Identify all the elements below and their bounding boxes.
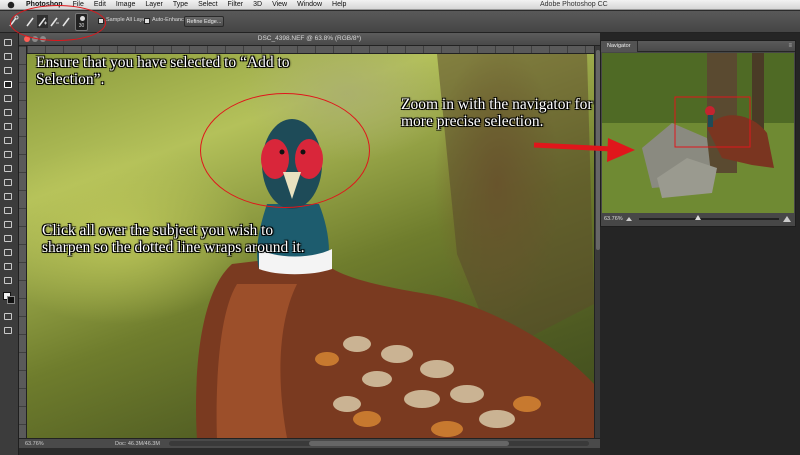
navigator-preview[interactable] [602, 53, 794, 213]
navigator-zoom-value[interactable]: 63.76% [604, 216, 623, 222]
quick-mask-icon[interactable] [4, 313, 14, 322]
panel-header: Navigator ≡ [601, 41, 795, 52]
tab-navigator[interactable]: Navigator [601, 41, 638, 52]
screen-mode-icon[interactable] [4, 327, 14, 336]
document-title: DSC_4398.NEF @ 63.8% (RGB/8*) [257, 35, 362, 42]
menu-edit[interactable]: Edit [89, 0, 111, 10]
blur-tool-icon[interactable] [4, 207, 14, 216]
crop-tool-icon[interactable] [4, 95, 14, 104]
options-highlight-oval [10, 5, 106, 41]
menu-layer[interactable]: Layer [140, 0, 168, 10]
menu-help[interactable]: Help [327, 0, 351, 10]
brush-tool-icon[interactable] [4, 137, 14, 146]
panel-menu-icon[interactable]: ≡ [788, 43, 792, 49]
vertical-ruler[interactable] [19, 46, 27, 438]
annotation-add-to-selection: Ensure that you have selected to “Add to… [36, 54, 290, 89]
healing-brush-tool-icon[interactable] [4, 123, 14, 132]
scroll-thumb[interactable] [309, 441, 509, 446]
menu-filter[interactable]: Filter [223, 0, 249, 10]
eyedropper-tool-icon[interactable] [4, 109, 14, 118]
lasso-tool-icon[interactable] [4, 67, 14, 76]
pen-tool-icon[interactable] [4, 235, 14, 244]
window-title: Adobe Photoshop CC [540, 1, 608, 8]
menu-type[interactable]: Type [168, 0, 193, 10]
dodge-tool-icon[interactable] [4, 221, 14, 230]
refine-edge-button[interactable]: Refine Edge... [184, 16, 224, 27]
document-tab[interactable]: DSC_4398.NEF @ 63.8% (RGB/8*) [19, 33, 600, 46]
apple-logo-icon[interactable] [7, 1, 15, 8]
status-zoom[interactable]: 63.76% [25, 441, 44, 447]
hand-tool-icon[interactable] [4, 263, 14, 272]
gradient-tool-icon[interactable] [4, 193, 14, 202]
auto-enhance-label: Auto-Enhance [152, 17, 187, 23]
horizontal-ruler[interactable] [27, 46, 594, 54]
zoom-in-icon[interactable] [783, 215, 791, 222]
options-bar: 30 Sample All Layers Auto-Enhance Refine… [0, 11, 800, 33]
menu-bar: Photoshop File Edit Image Layer Type Sel… [0, 0, 800, 10]
eraser-tool-icon[interactable] [4, 179, 14, 188]
menu-window[interactable]: Window [292, 0, 327, 10]
menu-select[interactable]: Select [193, 0, 222, 10]
zoom-tool-icon[interactable] [4, 277, 14, 286]
status-bar: 63.76% Doc: 46.3M/46.3M [19, 438, 600, 448]
navigator-panel: Navigator ≡ 63.76% [600, 40, 796, 227]
tools-panel [0, 33, 19, 455]
move-tool-icon[interactable] [4, 39, 14, 48]
history-brush-tool-icon[interactable] [4, 165, 14, 174]
background-color-swatch[interactable] [7, 296, 15, 304]
navigator-thumbnail [602, 53, 794, 213]
horizontal-scrollbar[interactable] [169, 441, 589, 446]
clone-stamp-tool-icon[interactable] [4, 151, 14, 160]
menu-image[interactable]: Image [111, 0, 140, 10]
annotation-click-subject: Click all over the subject you wish to s… [42, 222, 305, 257]
type-tool-icon[interactable] [4, 249, 14, 258]
menu-3d[interactable]: 3D [248, 0, 267, 10]
marquee-tool-icon[interactable] [4, 53, 14, 62]
head-highlight-oval [200, 93, 370, 208]
zoom-out-icon[interactable] [626, 216, 632, 221]
zoom-slider-knob[interactable] [695, 215, 701, 220]
status-doc-size[interactable]: Doc: 46.3M/46.3M [115, 441, 160, 447]
quick-selection-tool-icon[interactable] [4, 81, 14, 90]
navigator-footer: 63.76% [601, 213, 795, 226]
auto-enhance-checkbox[interactable] [144, 18, 150, 24]
annotation-navigator-zoom: Zoom in with the navigator for more prec… [401, 96, 593, 131]
zoom-slider[interactable] [639, 218, 779, 220]
menu-view[interactable]: View [267, 0, 292, 10]
